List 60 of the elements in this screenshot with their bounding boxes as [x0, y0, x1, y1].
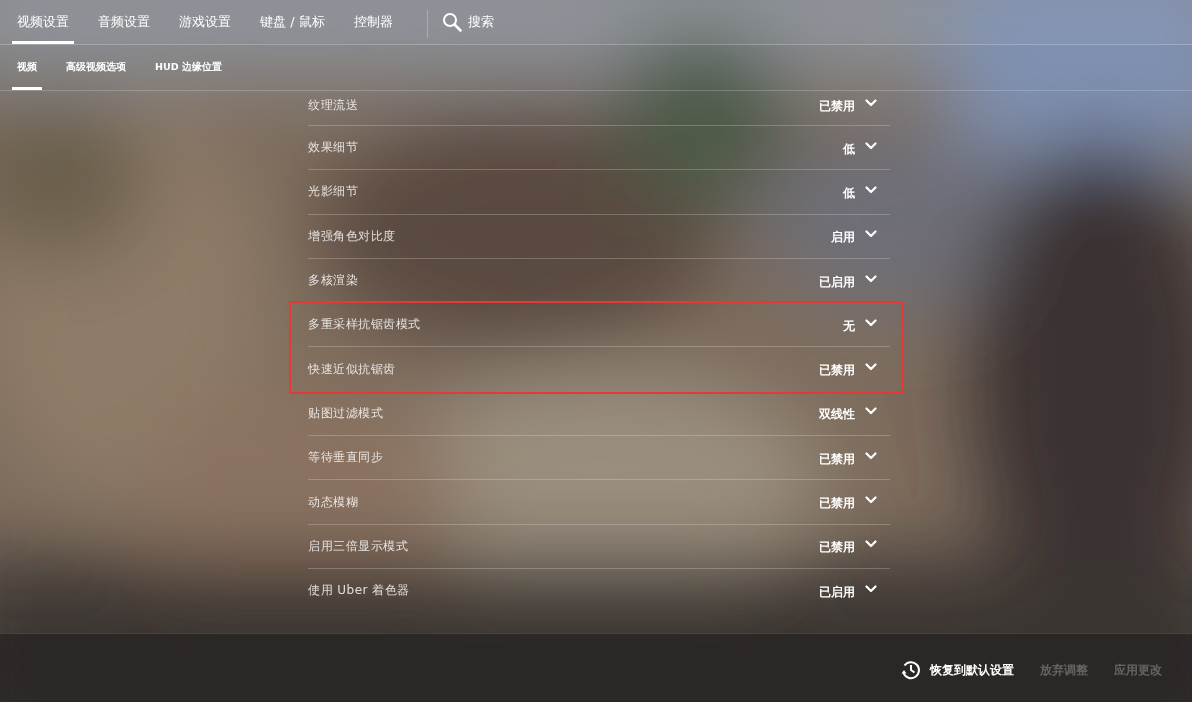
setting-label: 等待垂直同步	[308, 449, 384, 467]
highlighted-setting-row[interactable]: 多重采样抗锯齿模式 无	[289, 301, 903, 348]
chevron-down-icon	[865, 407, 877, 416]
sub-tab[interactable]: 视频	[12, 45, 42, 90]
setting-label: 多核渲染	[308, 272, 359, 290]
setting-label: 贴图过滤模式	[308, 404, 384, 422]
setting-value: 已禁用	[819, 362, 855, 380]
setting-row[interactable]: 光影细节 低	[289, 170, 903, 215]
chevron-down-icon	[865, 540, 877, 549]
reset-defaults-button[interactable]: 恢复到默认设置	[900, 659, 1014, 681]
chevron-down-icon	[865, 318, 877, 327]
setting-label: 启用三倍显示模式	[308, 537, 409, 555]
setting-value: 已禁用	[819, 450, 855, 468]
setting-label: 纹理流送	[308, 96, 359, 114]
setting-label: 使用 Uber 着色器	[308, 582, 411, 600]
sub-tab[interactable]: HUD 边缘位置	[150, 45, 227, 90]
settings-tab[interactable]: 视频设置	[12, 0, 74, 44]
setting-row[interactable]: 增强角色对比度 启用	[289, 214, 903, 259]
setting-label: 动态模糊	[308, 493, 359, 511]
setting-label: 增强角色对比度	[308, 227, 397, 245]
settings-tab[interactable]: 游戏设置	[174, 0, 236, 44]
sub-tab[interactable]: 高级视频选项	[61, 45, 131, 90]
chevron-down-icon	[865, 451, 877, 460]
setting-label: 效果细节	[308, 139, 359, 157]
setting-value: 低	[843, 184, 855, 202]
setting-value: 启用	[831, 229, 855, 247]
setting-value: 已禁用	[819, 539, 855, 557]
chevron-down-icon	[865, 363, 877, 372]
setting-row[interactable]: 启用三倍显示模式 已禁用	[289, 524, 903, 569]
search-icon	[441, 12, 462, 32]
chevron-down-icon	[865, 274, 877, 283]
setting-row[interactable]: 动态模糊 已禁用	[289, 480, 903, 525]
setting-value: 已启用	[819, 583, 855, 601]
history-icon	[900, 659, 922, 681]
chevron-down-icon	[865, 584, 877, 593]
chevron-down-icon	[865, 230, 877, 239]
settings-tab[interactable]: 音频设置	[93, 0, 155, 44]
setting-value: 低	[843, 140, 855, 158]
setting-label: 快速近似抗锯齿	[308, 360, 397, 378]
setting-value: 无	[843, 317, 855, 335]
chevron-down-icon	[865, 496, 877, 504]
setting-value: 已启用	[819, 273, 855, 291]
chevron-down-icon	[865, 141, 877, 150]
setting-row[interactable]: 纹理流送 已禁用	[289, 91, 903, 126]
setting-row[interactable]: 贴图过滤模式 双线性	[289, 391, 903, 437]
highlighted-setting-row[interactable]: 快速近似抗锯齿 已禁用	[289, 347, 903, 394]
setting-label: 多重采样抗锯齿模式	[308, 316, 422, 334]
setting-row[interactable]: 效果细节 低	[289, 126, 903, 171]
setting-value: 已禁用	[819, 98, 855, 115]
settings-tab[interactable]: 控制器	[348, 0, 398, 44]
setting-value: 双线性	[819, 406, 855, 424]
setting-row[interactable]: 多核渲染 已启用	[289, 258, 903, 304]
setting-row[interactable]: 等待垂直同步 已禁用	[289, 436, 903, 481]
setting-value: 已禁用	[819, 495, 855, 512]
chevron-down-icon	[865, 185, 877, 194]
settings-tab[interactable]: 键盘 / 鼠标	[255, 0, 330, 44]
chevron-down-icon	[865, 99, 877, 107]
setting-label: 光影细节	[308, 183, 359, 201]
setting-row[interactable]: 使用 Uber 着色器 已启用	[289, 568, 903, 614]
search-button[interactable]: 搜索	[441, 0, 494, 44]
